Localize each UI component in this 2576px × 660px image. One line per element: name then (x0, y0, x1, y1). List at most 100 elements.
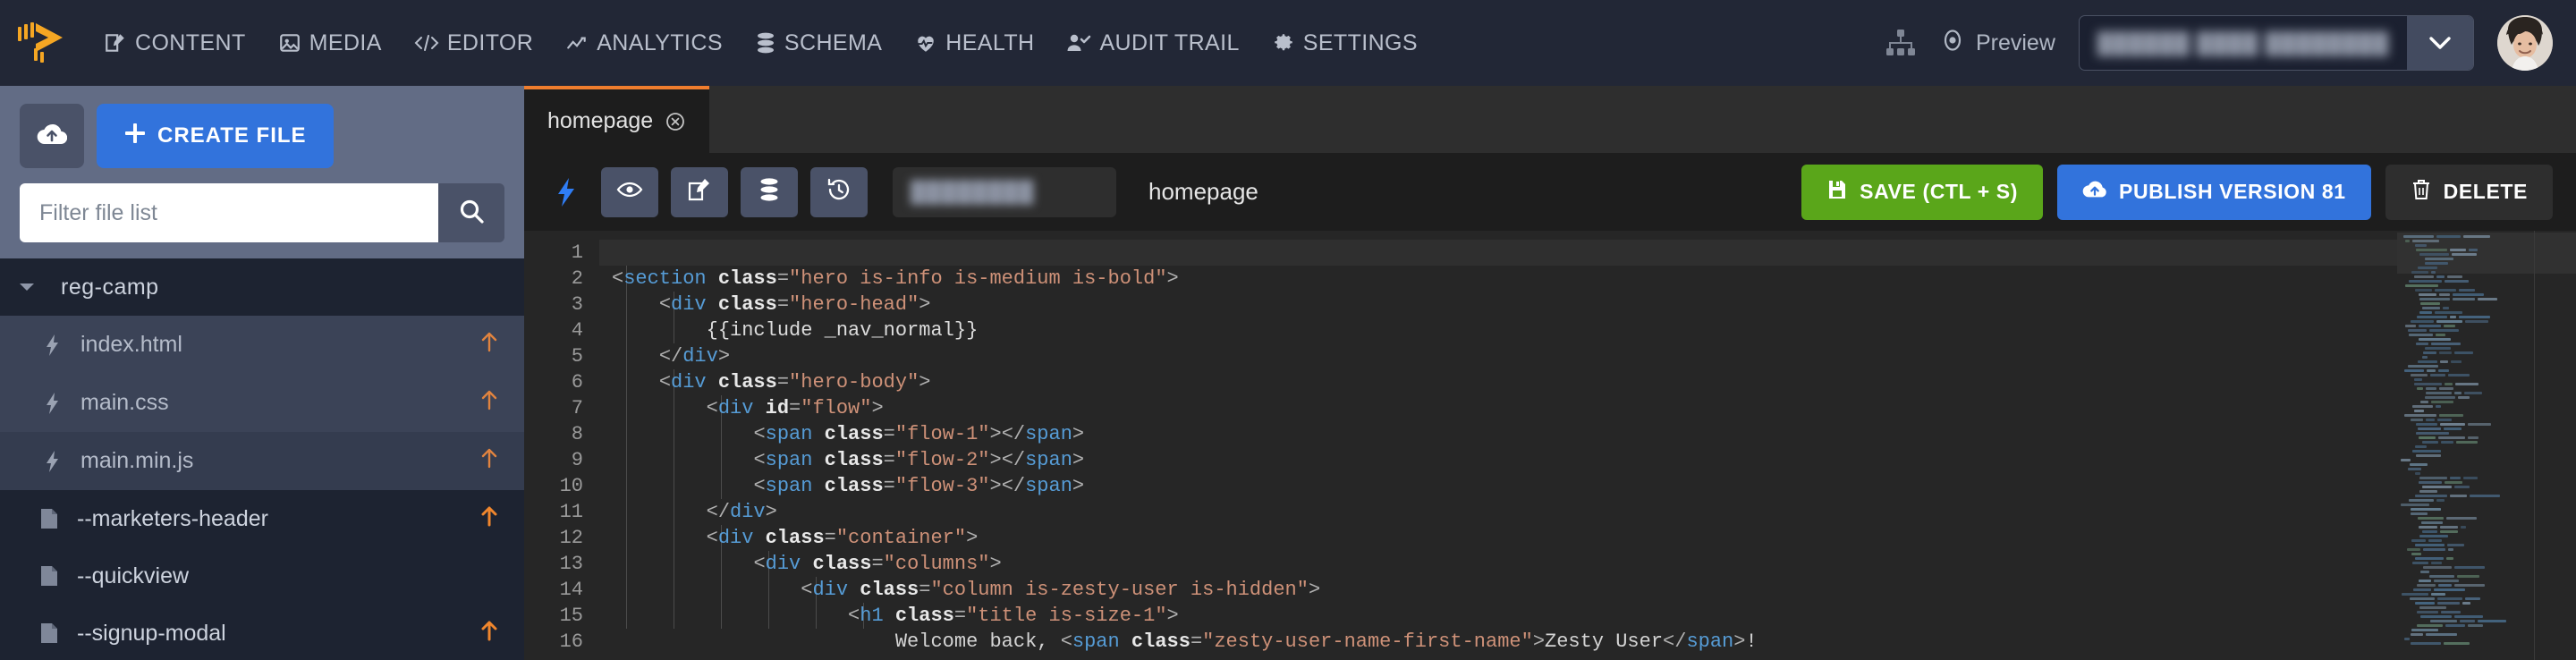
edit-button[interactable] (671, 166, 728, 217)
database-stack-icon (755, 31, 776, 55)
file-path-value: ████████ (911, 180, 1035, 203)
cloud-upload-icon (2082, 179, 2107, 206)
tree-view-quickview[interactable]: --quickview (0, 547, 524, 605)
nav-item-label: HEALTH (945, 30, 1035, 55)
site-selector[interactable]: ██████ ████ ████████ (2078, 15, 2474, 71)
tree-file-label: index.html (80, 332, 182, 357)
nav-item-settings[interactable]: SETTINGS (1256, 21, 1434, 65)
analytics-chart-icon (565, 31, 589, 55)
tree-file-index-html[interactable]: index.html (0, 316, 524, 374)
tab-homepage[interactable]: homepage (524, 86, 710, 153)
preview-label: Preview (1975, 30, 2055, 55)
tree-folder-reg-camp[interactable]: reg-camp (0, 258, 524, 316)
nav-item-media[interactable]: MEDIA (262, 21, 398, 65)
heartbeat-icon (914, 31, 937, 55)
caret-down-icon[interactable] (18, 281, 52, 293)
file-sidebar: CREATE FILE Filter file list reg-camp in… (0, 86, 524, 660)
save-button-label: SAVE (CTL + S) (1860, 180, 2019, 203)
avatar-face (2497, 15, 2553, 71)
delete-button[interactable]: DELETE (2385, 164, 2553, 220)
tree-file-main-min-js[interactable]: main.min.js (0, 432, 524, 490)
pencil-edit-icon (687, 177, 712, 207)
line-number: 6 (571, 371, 583, 393)
workspace: CREATE FILE Filter file list reg-camp in… (0, 86, 2576, 660)
sidebar-button-row: CREATE FILE (20, 104, 504, 168)
nav-item-schema[interactable]: SCHEMA (739, 21, 898, 65)
search-button[interactable] (438, 183, 504, 242)
cloud-upload-icon (37, 122, 68, 151)
current-file-label: homepage (1148, 178, 1258, 205)
editor-tab-bar: homepage (524, 86, 2576, 153)
nav-item-content[interactable]: CONTENT (88, 21, 262, 65)
line-number-gutter: 1 2 3 4 5 6 7 8 9 10 11 12 13 14 15 16 (524, 231, 599, 660)
code-line-14: <div class="column is-zesty-user is-hidd… (801, 579, 1321, 601)
nav-item-analytics[interactable]: ANALYTICS (549, 21, 739, 65)
line-number: 5 (571, 345, 583, 368)
line-number: 13 (559, 553, 583, 575)
chevron-down-icon[interactable] (2407, 16, 2473, 70)
arrow-up-icon[interactable] (479, 504, 499, 534)
sitemap-icon[interactable] (1885, 29, 1916, 57)
eye-icon (616, 178, 643, 206)
line-number: 2 (571, 267, 583, 290)
line-number: 12 (559, 527, 583, 549)
arrow-up-icon[interactable] (479, 388, 499, 418)
site-selector-value-area[interactable]: ██████ ████ ████████ (2080, 16, 2407, 70)
lightning-icon (45, 334, 75, 357)
code-line-16: Welcome back, <span class="zesty-user-na… (894, 630, 1758, 653)
zesty-logo[interactable] (13, 16, 72, 70)
tree-file-label: main.min.js (80, 448, 194, 473)
editor-toolbar: ████████ homepage SAVE (CTL + S) PUBLISH… (524, 153, 2576, 231)
top-navigation-bar: CONTENT MEDIA EDITOR ANALYTICS SCHEMA HE… (0, 0, 2576, 86)
nav-item-audit-trail[interactable]: AUDIT TRAIL (1050, 21, 1255, 65)
nav-item-label: MEDIA (309, 30, 382, 55)
arrow-up-icon[interactable] (479, 330, 499, 360)
arrow-up-icon[interactable] (479, 619, 499, 648)
line-number: 15 (559, 605, 583, 627)
database-button[interactable] (741, 166, 798, 217)
save-disk-icon (1826, 179, 1848, 206)
code-line-5: </div> (658, 345, 731, 368)
tree-file-main-css[interactable]: main.css (0, 374, 524, 432)
create-file-button[interactable]: CREATE FILE (97, 104, 334, 168)
code-minimap[interactable] (2397, 231, 2576, 660)
lightning-icon (45, 450, 75, 473)
code-editor[interactable]: 1 2 3 4 5 6 7 8 9 10 11 12 13 14 15 16 <… (524, 231, 2576, 660)
code-content-area[interactable]: <section class="hero is-info is-medium i… (599, 231, 2397, 660)
top-nav-right-cluster: Preview ██████ ████ ████████ (1885, 15, 2553, 71)
plus-icon (123, 122, 147, 151)
nav-item-editor[interactable]: EDITOR (398, 21, 549, 65)
arrow-up-icon[interactable] (479, 446, 499, 476)
tree-view-marketers-header[interactable]: --marketers-header (0, 490, 524, 547)
search-icon (458, 198, 485, 229)
code-line-7: <div id="flow"> (706, 397, 884, 419)
nav-item-label: CONTENT (135, 30, 246, 55)
view-button[interactable] (601, 166, 658, 217)
file-path-chip[interactable]: ████████ (893, 166, 1116, 217)
code-line-11: </div> (706, 501, 777, 523)
line-number: 3 (571, 293, 583, 316)
filter-file-list-input[interactable] (20, 183, 438, 242)
lightning-bolt-icon[interactable] (544, 177, 589, 207)
tree-view-signup-modal[interactable]: --signup-modal (0, 605, 524, 660)
line-number: 9 (571, 449, 583, 471)
code-line-2: <section class="hero is-info is-medium i… (612, 267, 1179, 290)
code-line-15: <h1 class="title is-size-1"> (848, 605, 1179, 627)
history-button[interactable] (810, 166, 868, 217)
preview-button[interactable]: Preview (1939, 27, 2055, 60)
line-number: 11 (559, 501, 583, 523)
publish-button[interactable]: PUBLISH VERSION 81 (2057, 164, 2371, 220)
editor-action-buttons: SAVE (CTL + S) PUBLISH VERSION 81 DELETE (1801, 164, 2553, 220)
gear-icon (1272, 31, 1295, 55)
nav-item-health[interactable]: HEALTH (898, 21, 1050, 65)
save-button[interactable]: SAVE (CTL + S) (1801, 164, 2044, 220)
database-icon (758, 177, 781, 207)
tree-folder-label: reg-camp (61, 274, 159, 300)
create-file-label: CREATE FILE (157, 123, 307, 148)
close-circle-icon[interactable] (665, 111, 686, 132)
user-avatar[interactable] (2497, 15, 2553, 71)
nav-item-label: SETTINGS (1302, 30, 1418, 55)
upload-file-button[interactable] (20, 104, 84, 168)
code-brackets-icon (414, 31, 439, 55)
tree-view-label: --signup-modal (77, 620, 226, 646)
